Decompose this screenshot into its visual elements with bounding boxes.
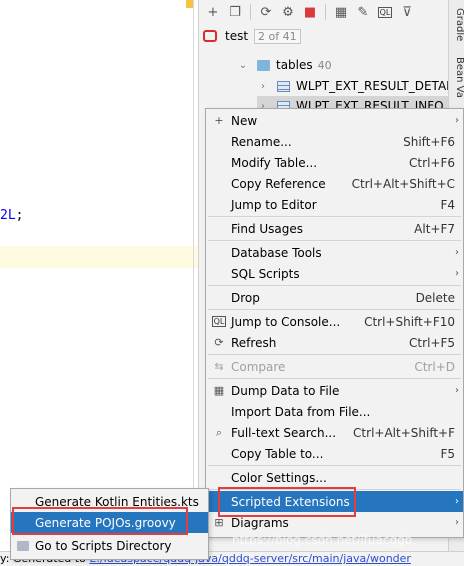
console-icon: QL [211,316,227,327]
menu-separator [208,465,461,466]
toolbar-separator [325,4,326,20]
table-label: WLPT_EXT_RESULT_DETAIL [296,79,457,93]
copy-icon[interactable]: ❐ [225,2,245,22]
current-line-highlight [0,246,200,268]
menu-separator [208,285,461,286]
toolbar-separator [250,4,251,20]
chevron-right-icon[interactable]: › [257,81,269,92]
context-menu: + New › Rename... Shift+F6 Modify Table.… [205,108,464,538]
filter-icon[interactable]: ⊽ [397,2,417,22]
schema-count-badge: 2 of 41 [254,28,301,44]
menu-item-sql-scripts[interactable]: SQL Scripts › [206,263,463,284]
menu-separator [208,216,461,217]
menu-item-color-settings[interactable]: Color Settings... [206,467,463,488]
menu-item-new[interactable]: + New › [206,110,463,131]
submenu-arrow-icon: › [455,247,459,258]
search-icon: ⌕ [215,425,223,439]
tree-table-item[interactable]: › WLPT_EXT_RESULT_DETAIL [257,76,456,96]
table-icon [277,80,290,92]
menu-item-find-usages[interactable]: Find Usages Alt+F7 [206,218,463,239]
refresh-icon[interactable]: ⟳ [256,2,276,22]
tab-gradle[interactable]: Gradle [449,8,464,41]
code-line-fragment: 2L; [0,208,24,223]
plus-icon: + [214,114,224,127]
folder-icon [257,59,270,71]
stop-icon[interactable]: ■ [300,2,320,22]
submenu-arrow-icon: › [455,115,459,126]
menu-item-jump-to-console[interactable]: QL Jump to Console... Ctrl+Shift+F10 [206,311,463,332]
table-icon[interactable]: ▦ [331,2,351,22]
tree-folder-tables[interactable]: ⌄ tables 40 [237,55,332,75]
menu-item-import-data[interactable]: Import Data from File... [206,401,463,422]
console-icon[interactable]: QL [375,2,395,22]
menu-separator [208,309,461,310]
submenu-arrow-icon: › [455,517,459,528]
diagram-icon: ⊞ [214,516,224,529]
plus-icon[interactable]: + [203,2,223,22]
code-editor[interactable]: 2L; [0,0,200,565]
watermark-text: https://blog.csdn.net/lfuacggb [232,533,413,547]
menu-item-modify-table[interactable]: Modify Table... Ctrl+F6 [206,152,463,173]
chevron-down-icon[interactable]: ⌄ [237,60,249,71]
menu-separator [208,354,461,355]
schema-node[interactable]: test 2 of 41 [199,26,449,46]
menu-item-rename[interactable]: Rename... Shift+F6 [206,131,463,152]
menu-item-fulltext-search[interactable]: ⌕ Full-text Search... Ctrl+Alt+Shift+F [206,422,463,443]
menu-separator [208,240,461,241]
folder-icon [17,540,29,551]
settings-icon[interactable]: ⚙ [278,2,298,22]
highlight-box-generate-pojos [12,507,188,535]
editor-divider [193,0,194,565]
tab-bean-validation[interactable]: Bean Va [449,42,464,112]
highlight-box-scripted-extensions [218,487,356,517]
menu-item-copy-reference[interactable]: Copy Reference Ctrl+Alt+Shift+C [206,173,463,194]
compare-icon: ⇆ [214,360,224,373]
database-toolbar: + ❐ ⟳ ⚙ ■ ▦ ✎ QL ⊽ [199,0,449,24]
menu-item-database-tools[interactable]: Database Tools › [206,242,463,263]
menu-item-jump-to-editor[interactable]: Jump to Editor F4 [206,194,463,215]
refresh-icon: ⟳ [214,336,224,349]
folder-count: 40 [317,58,332,72]
folder-label: tables [276,58,313,72]
menu-separator [208,378,461,379]
submenu-item-scripts-directory[interactable]: Go to Scripts Directory [11,535,208,556]
menu-item-compare[interactable]: ⇆ Compare Ctrl+D [206,356,463,377]
database-icon [203,30,217,42]
submenu-arrow-icon: › [455,496,459,507]
submenu-arrow-icon: › [455,268,459,279]
dump-icon: ▦ [213,384,225,397]
menu-item-refresh[interactable]: ⟳ Refresh Ctrl+F5 [206,332,463,353]
menu-item-drop[interactable]: Drop Delete [206,287,463,308]
menu-item-dump-data[interactable]: ▦ Dump Data to File › [206,380,463,401]
edit-icon[interactable]: ✎ [353,2,373,22]
menu-item-copy-table-to[interactable]: Copy Table to... F5 [206,443,463,464]
schema-name: test [225,29,249,43]
submenu-arrow-icon: › [455,385,459,396]
